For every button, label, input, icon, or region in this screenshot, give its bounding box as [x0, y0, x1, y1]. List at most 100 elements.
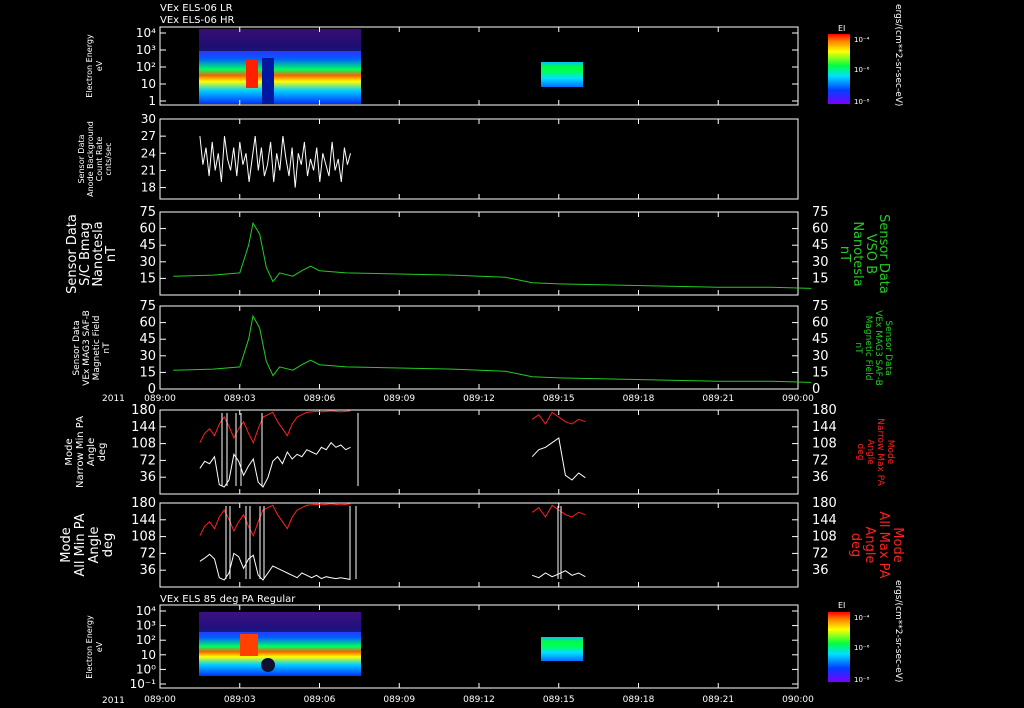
all-pa-series-0-segment-0 — [199, 552, 351, 581]
spectrogram-bottom-data — [199, 612, 583, 676]
mag-saf-b-ytick-right-label-3: 30 — [812, 349, 829, 364]
mag-saf-b-ylabel-3: Magnetic Field — [92, 316, 102, 381]
narrow-pa-rlabel-2: Narrow Max PA — [875, 418, 885, 486]
narrow-pa-ytick-right-label-0: 180 — [812, 403, 837, 418]
sc-bmag-ytick-right-label-3: 30 — [812, 255, 829, 270]
narrow-pa-ylabel-1: Mode — [64, 438, 75, 465]
colorbar-bottom-unit: ergs/(cm**2-sr-sec-eV) — [893, 580, 903, 682]
sc-bmag-series-0-segment-0 — [173, 221, 812, 289]
time-tick-label-mid-6: 089:18 — [623, 394, 655, 404]
all-pa-rlabel-2: All Max PA — [876, 511, 891, 578]
colorbar-top-title: EI — [838, 24, 845, 33]
spectrogram-top-ylabel-1: Electron Energy — [85, 34, 94, 98]
spectrogram-top-ytick-label-3: 10 — [141, 77, 156, 91]
anode-background-ytick-label-1: 27 — [141, 129, 156, 143]
colorbar-top-unit: ergs/(cm**2-sr-sec-eV) — [893, 4, 903, 106]
spectrogram-top-spike — [246, 60, 258, 88]
all-pa-ylabel-2: All Min PA — [73, 513, 88, 576]
time-tick-label-mid-7: 089:21 — [702, 394, 734, 404]
all-pa-ytick-right-label-2: 108 — [812, 530, 837, 545]
anode-ylabel-1: Sensor Data — [77, 134, 86, 183]
spectrogram-bottom-dark-spot — [261, 658, 275, 672]
all-pa-ytick-right-label-4: 36 — [812, 563, 829, 578]
time-tick-label-bottom-2: 089:06 — [304, 695, 336, 705]
spectrogram-bottom-ylabel-1: Electron Energy — [85, 615, 94, 679]
colorbar-top-tick-3: 10⁻⁸ — [854, 98, 870, 106]
narrow-pa-rlabel-4: deg — [855, 444, 865, 461]
mag-saf-b-rlabel-2: VEx MAG3 SAF-B — [873, 310, 883, 386]
sc-bmag-ytick-label-4: 15 — [139, 271, 156, 286]
colorbar-bottom-tick-3: 10⁻⁸ — [854, 676, 870, 684]
time-tick-label-mid-8: 090:00 — [782, 394, 814, 404]
time-tick-label-bottom-4: 089:12 — [463, 695, 495, 705]
sc-bmag-ytick-label-0: 75 — [139, 205, 156, 220]
narrow-pa-ytick-right-label-4: 36 — [812, 470, 829, 485]
mag-saf-b-ytick-label-5: 0 — [148, 382, 156, 397]
narrow-pa-ylabel-4: deg — [97, 443, 108, 462]
all-pa-series-0-segment-1 — [532, 570, 586, 579]
time-tick-label-mid-5: 089:15 — [543, 394, 575, 404]
time-tick-label-bottom-7: 089:21 — [702, 695, 734, 705]
spectrogram-top-ytick-label-0: 10⁴ — [136, 26, 156, 40]
panel-frame-narrow-pa — [159, 409, 799, 495]
narrow-pa-ylabel-2: Narrow Min PA — [75, 416, 86, 488]
mag-saf-b-ytick-label-2: 45 — [139, 332, 156, 347]
spectrogram-top-ytick-label-2: 10² — [136, 60, 156, 74]
time-tick-label-mid-4: 089:12 — [463, 394, 495, 404]
all-pa-series-1-segment-0 — [199, 503, 351, 537]
panel-frame-all-pa — [159, 502, 799, 588]
colorbar-bottom-title: EI — [838, 601, 845, 610]
time-tick-label-bottom-5: 089:15 — [543, 695, 575, 705]
all-pa-ytick-label-2: 108 — [131, 530, 156, 545]
mag-saf-b-ytick-right-label-0: 75 — [812, 299, 829, 314]
all-pa-ylabel-1: Mode — [59, 527, 74, 562]
time-tick-label-bottom-6: 089:18 — [623, 695, 655, 705]
colorbar-bottom-tick-2: 10⁻⁶ — [854, 644, 870, 652]
narrow-pa-ytick-label-2: 108 — [131, 437, 156, 452]
time-tick-label-bottom-0: 089:00 — [144, 695, 176, 705]
all-pa-ylabel-4: deg — [101, 533, 116, 558]
mag-saf-b-ylabel-2: VEx MAG3 SAF-B — [82, 310, 92, 386]
sc-bmag-rlabel-4: nT — [837, 246, 852, 262]
anode-ylabel-2: Anode Background — [86, 121, 95, 197]
mag-saf-b-ytick-label-3: 30 — [139, 349, 156, 364]
sc-bmag-ytick-label-2: 45 — [139, 238, 156, 253]
time-tick-label-mid-2: 089:06 — [304, 394, 336, 404]
spectrogram-bottom-ytick-label-5: 10⁻¹ — [130, 677, 157, 691]
time-tick-label-bottom-3: 089:09 — [383, 695, 415, 705]
instrument-label-hr: VEx ELS-06 HR — [160, 15, 235, 26]
spectrogram-top-block-1-shadow — [199, 29, 361, 51]
year-label-bottom: 2011 — [102, 696, 125, 706]
mag-saf-b-ytick-right-label-5: 0 — [812, 382, 820, 397]
anode-background-ytick-label-2: 24 — [141, 146, 156, 160]
panel-frame-anode-background — [159, 118, 799, 200]
spectrogram-bottom-ytick-label-0: 10⁴ — [136, 604, 156, 618]
mag-saf-b-ytick-label-4: 15 — [139, 365, 156, 380]
spectrogram-top-ytick-label-4: 1 — [148, 94, 156, 108]
all-pa-ytick-right-label-3: 72 — [812, 546, 829, 561]
all-pa-ytick-label-0: 180 — [131, 496, 156, 511]
all-pa-ytick-label-1: 144 — [131, 513, 156, 528]
all-pa-ytick-label-4: 36 — [139, 563, 156, 578]
mag-saf-b-rlabel-1: Sensor Data — [883, 320, 893, 375]
time-tick-label-mid-1: 089:03 — [224, 394, 256, 404]
sc-bmag-ytick-right-label-2: 45 — [812, 238, 829, 253]
narrow-pa-rlabel-3: Angle — [865, 439, 875, 465]
narrow-pa-ytick-label-1: 144 — [131, 420, 156, 435]
spectrogram-top-ylabel-2: eV — [95, 60, 104, 71]
mag-saf-b-ylabel-4: nT — [102, 342, 112, 354]
spectrogram-bottom-ytick-label-2: 10² — [136, 633, 156, 647]
narrow-pa-rlabel-1: Mode — [885, 440, 895, 465]
year-label-mid: 2011 — [102, 394, 125, 404]
spectrogram-bottom-spike — [240, 634, 258, 656]
spectrogram-bottom-ylabel-2: eV — [95, 641, 104, 652]
sc-bmag-ylabel-4: nT — [104, 246, 119, 262]
instrument-label-lr: VEx ELS-06 LR — [160, 3, 233, 14]
sc-bmag-ytick-right-label-4: 15 — [812, 271, 829, 286]
colorbar-top-tick-2: 10⁻⁶ — [854, 66, 870, 74]
narrow-pa-series-0-segment-1 — [531, 437, 586, 481]
spectrogram-bottom-block-2 — [541, 637, 583, 661]
anode-ylabel-3: Count Rate — [95, 137, 104, 182]
narrow-pa-ytick-label-4: 36 — [139, 470, 156, 485]
narrow-pa-ytick-label-3: 72 — [139, 453, 156, 468]
